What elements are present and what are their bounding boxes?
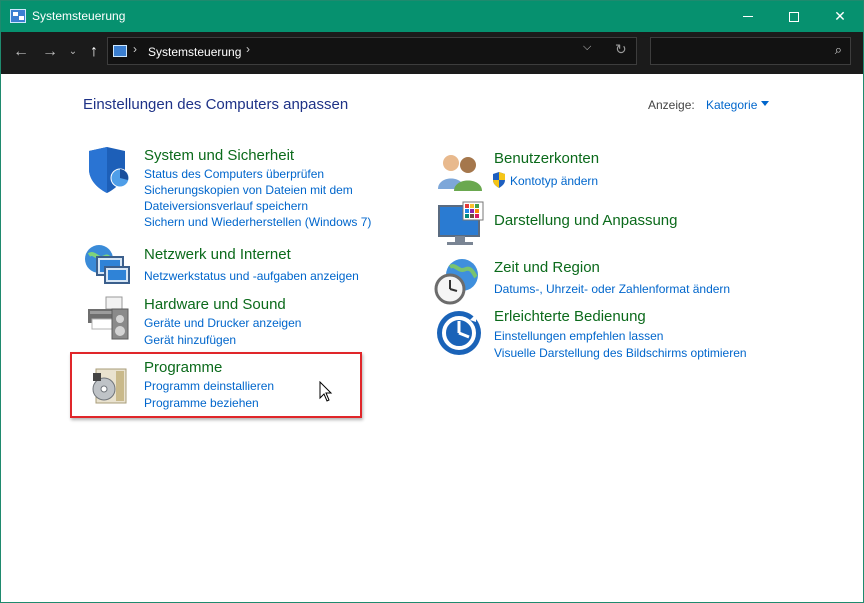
link-programm-deinstallieren[interactable]: Programm deinstallieren	[144, 378, 274, 394]
link-netzwerkstatus[interactable]: Netzwerkstatus und -aufgaben anzeigen	[144, 268, 359, 284]
category-title[interactable]: Netzwerk und Internet	[144, 246, 291, 263]
control-panel-icon	[10, 9, 26, 23]
network-globe-icon	[85, 245, 130, 284]
link-status-pruefen[interactable]: Status des Computers überprüfen	[144, 166, 324, 182]
breadcrumb-systemsteuerung[interactable]: Systemsteuerung	[148, 45, 241, 59]
close-icon: ✕	[834, 8, 846, 24]
category-title[interactable]: Erleichterte Bedienung	[494, 308, 646, 325]
up-button[interactable]: ↑	[86, 41, 102, 63]
minimize-icon	[743, 16, 753, 17]
user-accounts-icon	[438, 155, 482, 191]
link-sichern-wiederherstellen[interactable]: Sichern und Wiederherstellen (Windows 7)	[144, 214, 371, 230]
chevron-right-icon[interactable]: ›	[133, 42, 137, 56]
shield-icon	[89, 147, 130, 193]
category-title[interactable]: Benutzerkonten	[494, 150, 599, 167]
category-title[interactable]: Zeit und Region	[494, 259, 600, 276]
close-button[interactable]: ✕	[817, 1, 863, 32]
link-datums-format[interactable]: Datums-, Uhrzeit- oder Zahlenformat ände…	[494, 281, 730, 297]
title-bar: Systemsteuerung ✕	[1, 1, 863, 32]
view-dropdown[interactable]: Kategorie	[706, 98, 757, 112]
link-geraet-hinzufuegen[interactable]: Gerät hinzufügen	[144, 332, 236, 348]
forward-button[interactable]: →	[41, 41, 59, 63]
link-visuelle-darstellung[interactable]: Visuelle Darstellung des Bildschirms opt…	[494, 345, 747, 361]
printer-speaker-icon	[88, 296, 129, 340]
recent-locations-button[interactable]: ⌄	[67, 41, 79, 63]
chevron-down-icon: ⌄	[68, 46, 78, 57]
caret-down-icon[interactable]	[761, 101, 769, 106]
link-dateiversionsverlauf[interactable]: Dateiversionsverlauf speichern	[144, 198, 308, 214]
category-title[interactable]: Darstellung und Anpassung	[494, 212, 677, 229]
chevron-down-icon: ⌵	[583, 41, 592, 53]
link-kontotyp-aendern[interactable]: Kontotyp ändern	[510, 173, 598, 189]
category-title[interactable]: System und Sicherheit	[144, 147, 294, 164]
back-button[interactable]: ←	[12, 41, 30, 63]
mouse-cursor-icon	[319, 381, 333, 402]
window-title: Systemsteuerung	[32, 9, 126, 23]
minimize-button[interactable]	[725, 1, 771, 32]
arrow-up-icon: ↑	[90, 43, 98, 60]
link-einstellungen-empfehlen[interactable]: Einstellungen empfehlen lassen	[494, 328, 663, 344]
control-panel-location-icon	[113, 45, 127, 57]
uac-shield-icon	[493, 172, 505, 188]
category-title[interactable]: Hardware und Sound	[144, 296, 286, 313]
navigation-bar: ← → ⌄ ↑ › Systemsteuerung › ⌵ ↻ ⌕	[1, 32, 863, 74]
control-panel-window: Systemsteuerung ✕ ← → ⌄ ↑ › Systemsteuer…	[0, 0, 864, 603]
page-title: Einstellungen des Computers anpassen	[83, 96, 349, 113]
address-history-button[interactable]: ⌵	[583, 41, 591, 54]
maximize-button[interactable]	[771, 1, 817, 32]
link-programme-beziehen[interactable]: Programme beziehen	[144, 395, 259, 411]
address-bar[interactable]: › Systemsteuerung › ⌵ ↻	[107, 37, 637, 65]
arrow-right-icon: →	[42, 43, 58, 60]
link-geraete-drucker[interactable]: Geräte und Drucker anzeigen	[144, 315, 301, 331]
maximize-icon	[789, 11, 799, 22]
display-personalization-icon	[438, 201, 484, 245]
view-label: Anzeige:	[648, 98, 695, 112]
search-box[interactable]: ⌕	[650, 37, 851, 65]
chevron-right-icon[interactable]: ›	[246, 42, 250, 56]
search-icon: ⌕	[834, 42, 842, 57]
category-title[interactable]: Programme	[144, 359, 222, 376]
programs-box-icon	[92, 368, 127, 404]
link-sicherungskopien[interactable]: Sicherungskopien von Dateien mit dem	[144, 182, 353, 198]
accessibility-icon	[437, 311, 481, 355]
refresh-button[interactable]: ↻	[615, 41, 627, 58]
clock-globe-icon	[434, 259, 478, 305]
refresh-icon: ↻	[615, 41, 627, 57]
arrow-left-icon: ←	[13, 43, 29, 60]
